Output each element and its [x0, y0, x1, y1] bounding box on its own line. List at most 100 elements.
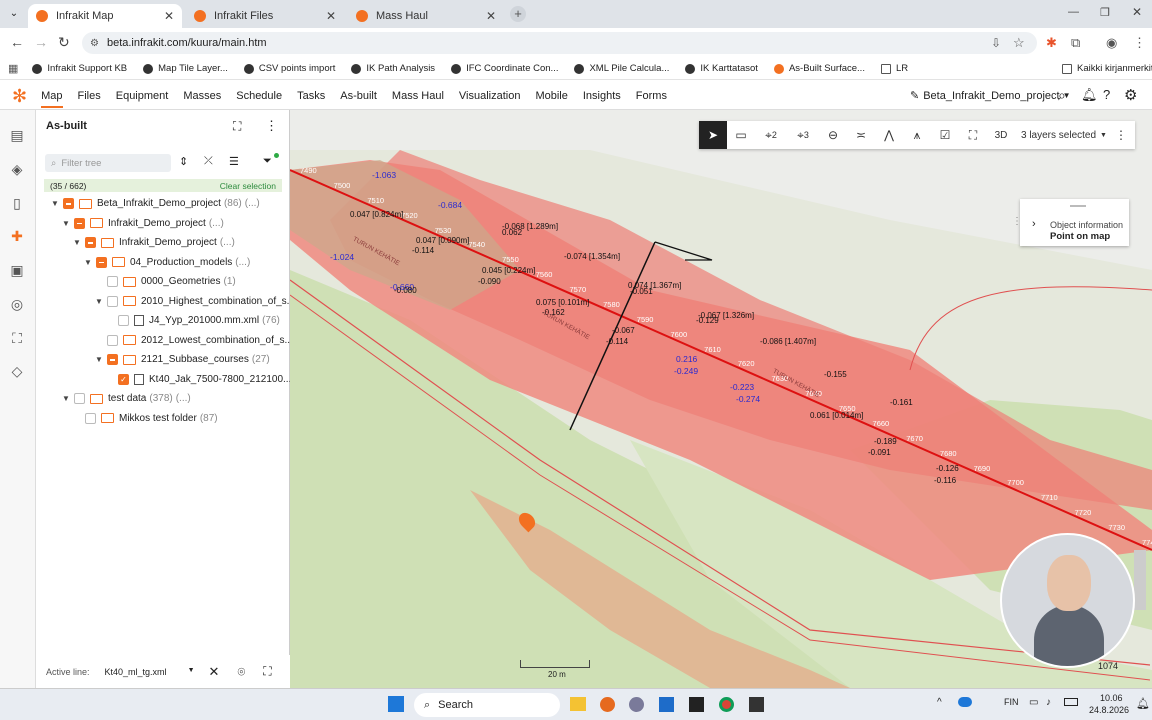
address-bar[interactable]: ⚙ beta.infrakit.com/kuura/main.htm — [82, 32, 1037, 54]
measure-tool-2[interactable]: ⌖ 2 — [755, 121, 787, 149]
bookmark-item[interactable]: As-Built Surface... — [773, 63, 865, 74]
close-window-button[interactable]: ✕ — [1132, 5, 1142, 19]
drag-handle[interactable] — [1070, 205, 1086, 207]
point-label[interactable]: 0.045 [0.224m] — [482, 266, 535, 275]
nav-masses[interactable]: Masses — [183, 90, 221, 102]
more-icon[interactable]: ⋮ — [1107, 121, 1135, 149]
install-icon[interactable]: ⇩ — [991, 36, 1001, 50]
site-info-icon[interactable]: ⚙ — [90, 38, 99, 49]
fit-view-icon[interactable]: ⛶ — [959, 121, 987, 149]
model-icon[interactable]: ◇ — [9, 363, 25, 379]
tree-checkbox[interactable] — [96, 256, 107, 268]
app-icon[interactable] — [749, 697, 764, 712]
tree-row[interactable]: ▼ test data (378) (...) — [61, 389, 191, 408]
outlook-icon[interactable] — [659, 697, 674, 712]
bookmark-item[interactable]: IFC Coordinate Con... — [451, 63, 558, 74]
search-icon[interactable]: ⌕ — [1058, 87, 1066, 104]
nav-visualization[interactable]: Visualization — [459, 90, 521, 102]
forward-icon[interactable]: → — [34, 34, 48, 50]
tree-checkbox[interactable]: ✓ — [118, 373, 129, 385]
bookmark-item[interactable]: CSV points import — [243, 63, 335, 74]
point-label-blue[interactable]: -1.063 — [372, 170, 396, 180]
active-line-select[interactable]: Kt40_ml_tg.xml ▼ — [105, 667, 195, 677]
document-icon[interactable]: ▯ — [9, 195, 25, 211]
tree-row[interactable]: J4_Yyp_201000.mm.xml (76) — [105, 311, 280, 330]
tree-checkbox[interactable] — [107, 276, 118, 287]
puzzle-icon[interactable]: ⧉ — [1071, 35, 1080, 51]
chevron-right-icon[interactable]: › — [1032, 218, 1036, 230]
tree-more[interactable]: (...) — [220, 237, 235, 248]
clear-selection-link[interactable]: Clear selection — [220, 181, 276, 191]
project-selector[interactable]: ✎ Beta_Infrakit_Demo_project ▼ — [910, 89, 1071, 103]
start-icon[interactable] — [388, 696, 404, 712]
chevron-down-icon[interactable]: ▼ — [61, 219, 71, 228]
point-label[interactable]: -0.051 — [630, 287, 653, 296]
tree-row[interactable]: ▼ 2010_Highest_combination_of_s... — [94, 292, 295, 311]
volume-icon[interactable]: ⩚ — [903, 121, 931, 149]
point-label[interactable]: -0.189 — [874, 437, 897, 446]
layers-icon[interactable]: ▤ — [9, 127, 25, 143]
point-label[interactable]: -0.091 — [868, 448, 891, 457]
nav-mass-haul[interactable]: Mass Haul — [392, 90, 444, 102]
notion-icon[interactable] — [689, 697, 704, 712]
point-label-blue[interactable]: -0.274 — [736, 394, 760, 404]
as-built-icon[interactable]: ✚ — [9, 228, 25, 244]
point-label[interactable]: -0.161 — [890, 398, 913, 407]
infrakit-logo-icon[interactable]: ✻ — [12, 87, 27, 105]
tree-row[interactable]: ▼ 04_Production_models (...) — [83, 253, 250, 272]
volume-icon[interactable]: ♪ — [1046, 697, 1051, 708]
point-label[interactable]: -0.080 — [394, 286, 417, 295]
language-indicator[interactable]: FIN — [1004, 697, 1019, 707]
tree-more[interactable]: (...) — [235, 257, 250, 268]
clock-date[interactable]: 24.8.2026 — [1089, 705, 1129, 715]
pointer-icon[interactable]: ➤ — [699, 121, 727, 149]
surface-icon[interactable]: ◎ — [9, 296, 25, 312]
point-label[interactable]: -0.086 [1.407m] — [760, 337, 816, 346]
point-label[interactable]: 0.075 [0.101m] — [536, 298, 589, 307]
nav-mobile[interactable]: Mobile — [535, 90, 567, 102]
point-label[interactable]: -0.129 — [696, 316, 719, 325]
tree-checkbox[interactable] — [74, 393, 85, 404]
point-label[interactable]: 0.047 [0.090m] — [416, 236, 469, 245]
stack-icon[interactable]: ◈ — [9, 161, 25, 177]
tab-mass-haul[interactable]: Mass Haul ✕ — [348, 4, 504, 28]
battery-icon[interactable] — [1064, 698, 1078, 706]
monitor-icon[interactable]: ▭ — [1029, 697, 1038, 708]
chevron-down-icon[interactable]: ▼ — [72, 238, 82, 247]
surface-profile-icon[interactable]: ⋀ — [875, 121, 903, 149]
point-label-blue[interactable]: -0.249 — [674, 366, 698, 376]
filter-icon[interactable]: ⏷ — [263, 155, 272, 168]
nav-insights[interactable]: Insights — [583, 90, 621, 102]
tree-checkbox[interactable] — [63, 198, 74, 209]
tree-checkbox[interactable] — [107, 354, 118, 365]
tree-checkbox[interactable] — [107, 334, 118, 346]
point-label[interactable]: 0.062 — [502, 228, 522, 237]
clock-time[interactable]: 10.06 — [1100, 693, 1123, 703]
close-icon[interactable]: ✕ — [326, 9, 336, 23]
point-label[interactable]: -0.155 — [824, 370, 847, 379]
profile-icon[interactable]: ◉ — [1106, 35, 1117, 51]
chevron-down-icon[interactable]: ▼ — [61, 394, 71, 403]
ruler-icon[interactable]: ▭ — [727, 121, 755, 149]
tree-row[interactable]: 0000_Geometries (1) — [94, 272, 236, 291]
tree-row[interactable]: ▼ Infrakit_Demo_project (...) — [72, 233, 235, 252]
panel-grip-icon[interactable]: ⋮ — [1012, 216, 1022, 227]
map-scrollbar[interactable] — [1134, 550, 1146, 610]
expand-all-icon[interactable]: ⇕ — [179, 155, 188, 168]
layers-select[interactable]: 3 layers selected ▼ — [1015, 121, 1107, 149]
help-icon[interactable]: ? — [1103, 87, 1110, 102]
cross-section-icon[interactable]: ⊖ — [819, 121, 847, 149]
tree-row[interactable]: Mikkos test folder (87) — [72, 409, 218, 428]
map-icon[interactable]: ⛶ — [9, 330, 25, 346]
nav-equipment[interactable]: Equipment — [116, 90, 169, 102]
select-area-icon[interactable]: ☑ — [931, 121, 959, 149]
measure-tool-3[interactable]: ⌖ 3 — [787, 121, 819, 149]
apps-icon[interactable]: ▦ — [8, 62, 18, 75]
chevron-down-icon[interactable]: ▼ — [94, 297, 104, 306]
gear-icon[interactable]: ⚙ — [1124, 86, 1137, 104]
tab-infrakit-map[interactable]: Infrakit Map ✕ — [28, 4, 182, 28]
tree-row[interactable]: ▼ Beta_Infrakit_Demo_project (86) (...) — [50, 194, 260, 213]
taskbar-search[interactable]: ⌕ Search — [414, 693, 560, 717]
bookmark-item[interactable]: Map Tile Layer... — [143, 63, 228, 74]
tree-more[interactable]: (...) — [245, 198, 260, 209]
